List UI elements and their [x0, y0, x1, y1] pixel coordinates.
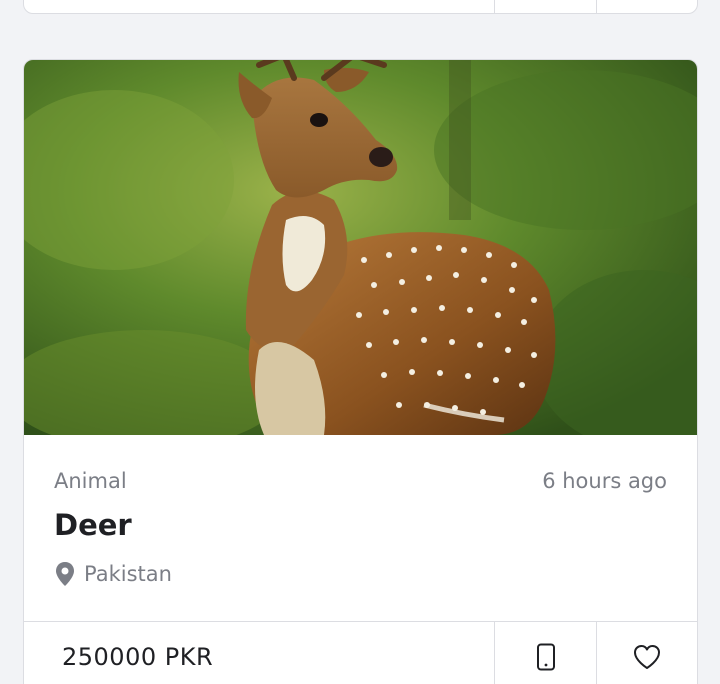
- divider: [596, 0, 597, 14]
- listing-category: Animal: [54, 469, 127, 493]
- deer-photo: [24, 60, 697, 435]
- map-pin-icon: [56, 562, 74, 586]
- listing-card[interactable]: Animal 6 hours ago Deer Pakistan 250000 …: [23, 59, 698, 684]
- listing-location: Pakistan: [54, 561, 172, 587]
- listing-title[interactable]: Deer: [54, 508, 132, 542]
- mobile-phone-icon: [536, 643, 555, 671]
- listing-footer: 250000 PKR: [24, 621, 697, 684]
- location-text: Pakistan: [84, 562, 172, 586]
- listing-time: 6 hours ago: [542, 469, 667, 493]
- favorite-button[interactable]: [597, 622, 697, 684]
- heart-icon: [634, 645, 660, 669]
- previous-listing-card[interactable]: [23, 0, 698, 14]
- listing-photo[interactable]: [24, 60, 697, 435]
- divider: [494, 0, 495, 14]
- call-button[interactable]: [495, 622, 596, 684]
- listing-price: 250000 PKR: [62, 643, 214, 671]
